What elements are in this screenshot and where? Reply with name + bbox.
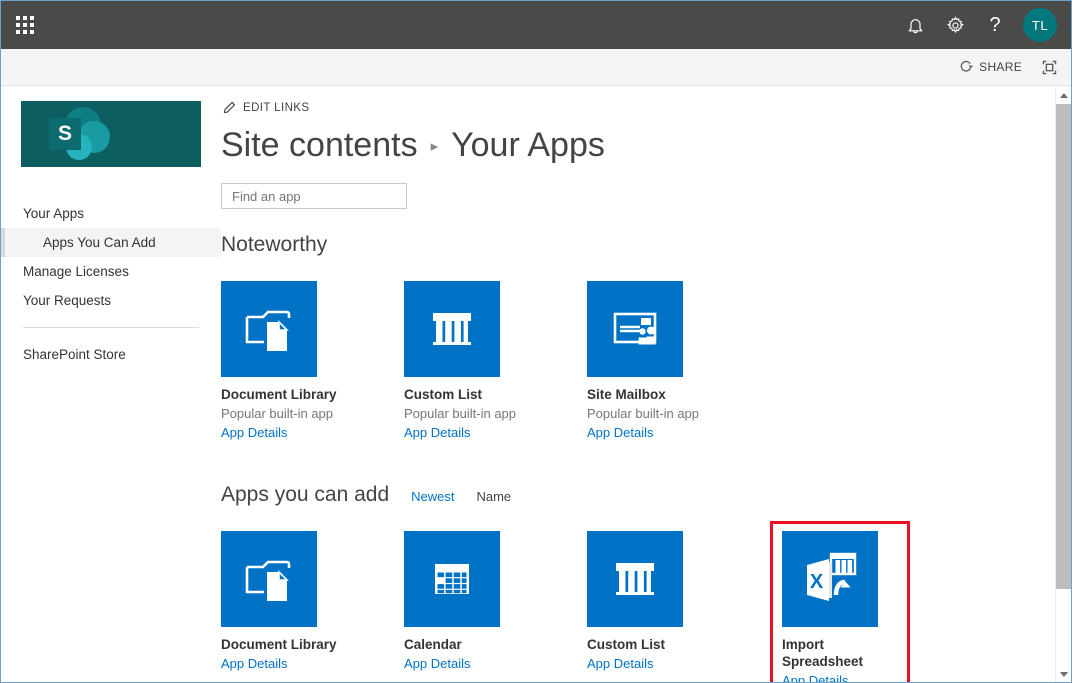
apps-you-can-add-tile-row: Document Library App Details Calendar Ap…	[221, 521, 1056, 682]
chevron-up-icon	[1060, 93, 1068, 98]
suite-bar-actions: ? TL	[895, 1, 1071, 49]
sidebar-item-label: Your Apps	[23, 206, 85, 221]
page-body: S Your Apps Apps You Can Add Manage Lice…	[1, 87, 1056, 682]
focus-on-content-button[interactable]	[1042, 60, 1057, 75]
custom-list-icon	[587, 531, 683, 627]
sort-by-newest-link[interactable]: Newest	[411, 489, 454, 504]
app-tile-document-library[interactable]: Document Library Popular built-in app Ap…	[221, 271, 404, 451]
nav-divider	[23, 327, 199, 328]
edit-links-button[interactable]: EDIT LINKS	[223, 101, 1056, 114]
app-details-link[interactable]: App Details	[221, 655, 394, 672]
app-tile-subtitle: Popular built-in app	[404, 406, 517, 421]
nav-list: Your Apps Apps You Can Add Manage Licens…	[1, 199, 221, 369]
logo-letter: S	[57, 122, 72, 145]
sidebar-item-your-requests[interactable]: Your Requests	[1, 286, 221, 315]
sidebar-item-label: Your Requests	[23, 293, 112, 308]
page-action-bar: SHARE	[1, 49, 1071, 86]
main-content: EDIT LINKS Site contents ▸ Your Apps Not…	[221, 87, 1056, 682]
edit-links-label: EDIT LINKS	[243, 101, 310, 114]
scroll-up-button[interactable]	[1056, 87, 1071, 104]
app-details-link[interactable]: App Details	[221, 424, 394, 441]
share-button[interactable]: SHARE	[959, 60, 1022, 74]
sidebar-item-manage-licenses[interactable]: Manage Licenses	[1, 257, 221, 286]
sidebar-item-label: SharePoint Store	[23, 347, 126, 362]
gear-icon[interactable]	[935, 1, 975, 49]
sidebar-item-apps-you-can-add[interactable]: Apps You Can Add	[1, 228, 221, 257]
breadcrumb-current: Your Apps	[451, 126, 605, 164]
custom-list-icon	[404, 281, 500, 377]
app-tile-site-mailbox[interactable]: Site Mailbox Popular built-in app App De…	[587, 271, 770, 451]
app-details-link[interactable]: App Details	[404, 655, 577, 672]
search-input[interactable]	[230, 187, 410, 205]
app-details-link[interactable]: App Details	[587, 655, 760, 672]
document-library-icon	[221, 531, 317, 627]
app-tile-import-spreadsheet[interactable]: X Import Spreadsheet App Details	[770, 521, 953, 682]
left-navigation: S Your Apps Apps You Can Add Manage Lice…	[1, 87, 221, 682]
sidebar-item-label: Manage Licenses	[23, 264, 129, 279]
avatar-initials: TL	[1031, 17, 1049, 33]
app-details-link[interactable]: App Details	[587, 424, 760, 441]
scrollbar-thumb[interactable]	[1056, 104, 1071, 589]
scroll-down-button[interactable]	[1056, 666, 1071, 682]
app-tile-subtitle: Popular built-in app	[587, 406, 700, 421]
pencil-icon	[223, 101, 236, 114]
app-tile-document-library-2[interactable]: Document Library App Details	[221, 521, 404, 682]
help-label: ?	[989, 14, 1001, 36]
scrollbar-track[interactable]	[1056, 104, 1071, 666]
breadcrumb-separator-icon: ▸	[430, 138, 439, 155]
breadcrumb-parent[interactable]: Site contents	[221, 124, 418, 166]
browser-window: ? TL SHARE S Your Apps Apps You Can Add …	[0, 0, 1072, 683]
sort-by-name-link[interactable]: Name	[476, 489, 511, 504]
app-details-link[interactable]: App Details	[404, 424, 577, 441]
app-tile-name: Custom List	[587, 637, 666, 652]
app-tile-name: Custom List	[404, 387, 483, 402]
vertical-scrollbar[interactable]	[1055, 87, 1071, 682]
app-tile-calendar[interactable]: Calendar App Details	[404, 521, 587, 682]
office-suite-bar: ? TL	[1, 1, 1071, 49]
site-mailbox-icon	[587, 281, 683, 377]
noteworthy-title: Noteworthy	[221, 233, 328, 256]
app-details-link[interactable]: App Details	[782, 672, 900, 682]
focus-on-content-icon	[1042, 60, 1057, 74]
app-tile-name: Site Mailbox	[587, 387, 666, 402]
apps-you-can-add-header: Apps you can add Newest Name	[221, 483, 1056, 507]
avatar[interactable]: TL	[1023, 8, 1057, 42]
svg-text:X: X	[810, 571, 824, 593]
app-tile-name: Document Library	[221, 387, 337, 402]
calendar-icon	[404, 531, 500, 627]
document-library-icon	[221, 281, 317, 377]
apps-you-can-add-title: Apps you can add	[221, 483, 390, 506]
chevron-down-icon	[1060, 672, 1068, 677]
waffle-grid	[16, 16, 34, 34]
noteworthy-section: Noteworthy Document Library Popular buil…	[221, 233, 1056, 451]
page-title: Site contents ▸ Your Apps	[221, 124, 1056, 166]
app-launcher-icon[interactable]	[1, 1, 49, 49]
app-tile-custom-list-2[interactable]: Custom List App Details	[587, 521, 770, 682]
app-tile-subtitle: Popular built-in app	[221, 406, 334, 421]
sidebar-item-label: Apps You Can Add	[43, 235, 156, 250]
noteworthy-tile-row: Document Library Popular built-in app Ap…	[221, 271, 1056, 451]
notifications-bell-icon[interactable]	[895, 1, 935, 49]
sharepoint-logo[interactable]: S	[21, 101, 201, 167]
app-tile-name: Import Spreadsheet	[782, 637, 864, 669]
import-spreadsheet-icon: X	[782, 531, 878, 627]
app-tile-custom-list[interactable]: Custom List Popular built-in app App Det…	[404, 271, 587, 451]
sidebar-item-your-apps[interactable]: Your Apps	[1, 199, 221, 228]
apps-you-can-add-section: Apps you can add Newest Name Document Li…	[221, 483, 1056, 682]
share-icon	[960, 60, 974, 72]
app-tile-name: Document Library	[221, 637, 337, 652]
app-tile-name: Calendar	[404, 637, 462, 652]
logo-square: S	[49, 118, 81, 150]
sidebar-item-sharepoint-store[interactable]: SharePoint Store	[1, 340, 221, 369]
help-icon[interactable]: ?	[975, 1, 1015, 49]
share-label: SHARE	[979, 60, 1022, 74]
search-box[interactable]	[221, 183, 410, 209]
noteworthy-header: Noteworthy	[221, 233, 1056, 257]
